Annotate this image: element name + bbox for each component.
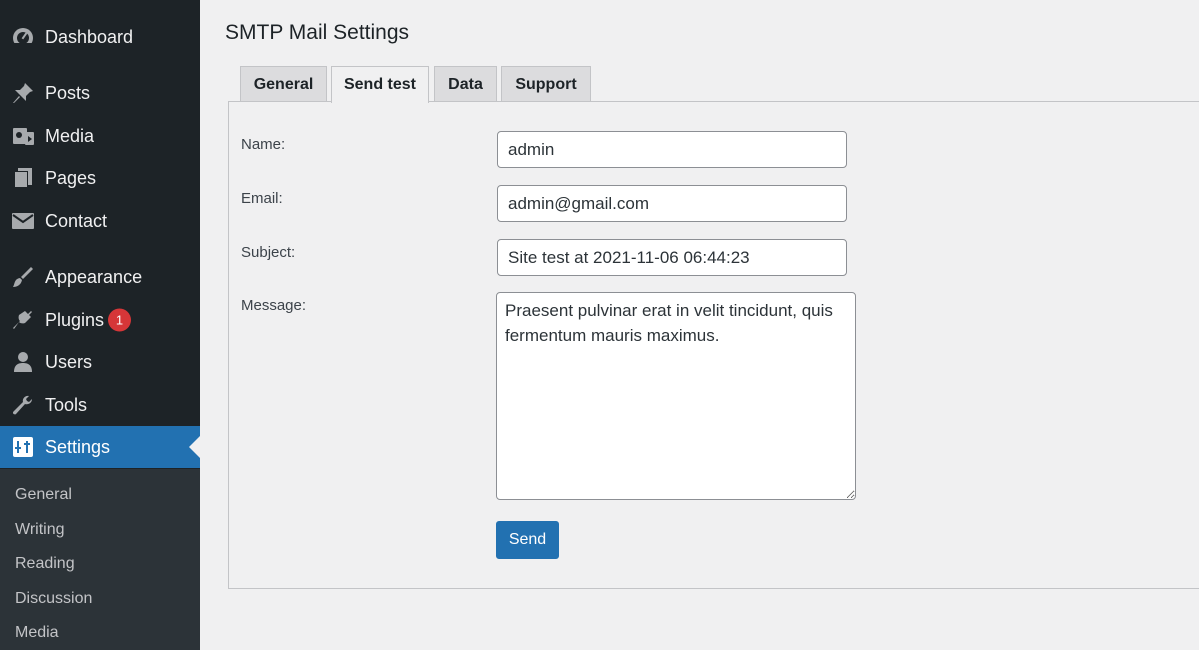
- menu-label: Media: [45, 125, 95, 146]
- tab-general[interactable]: General: [240, 66, 327, 102]
- subject-field[interactable]: [497, 239, 847, 276]
- menu-label: Dashboard: [45, 26, 134, 47]
- menu-item-posts[interactable]: Posts: [0, 73, 200, 113]
- menu-label: Plugins: [45, 309, 105, 330]
- menu-item-settings[interactable]: Settings: [0, 426, 200, 468]
- submenu-item-media[interactable]: Media: [15, 624, 59, 642]
- menu-label: Contact: [45, 210, 108, 231]
- message-label: Message:: [241, 297, 307, 314]
- menu-label: Appearance: [45, 266, 143, 287]
- menu-item-users[interactable]: Users: [0, 342, 200, 382]
- menu-label: Settings: [45, 436, 111, 457]
- dashboard-icon: [11, 25, 35, 49]
- menu-item-dashboard[interactable]: Dashboard: [0, 17, 200, 57]
- email-label: Email:: [241, 190, 283, 207]
- menu-item-appearance[interactable]: Appearance: [0, 257, 200, 297]
- menu-label: Pages: [45, 167, 97, 188]
- submenu-item-writing[interactable]: Writing: [15, 521, 65, 539]
- menu-item-plugins[interactable]: Plugins 1: [0, 300, 200, 340]
- tab-data[interactable]: Data: [434, 66, 497, 102]
- settings-icon: [11, 435, 35, 459]
- envelope-icon: [11, 209, 35, 233]
- name-label: Name:: [241, 136, 286, 153]
- plug-icon: [11, 308, 35, 332]
- email-field[interactable]: [497, 185, 847, 222]
- menu-item-media[interactable]: Media: [0, 116, 200, 156]
- admin-sidebar: Dashboard Posts Media Pages Contact Appe…: [0, 0, 200, 650]
- menu-label: Users: [45, 351, 93, 372]
- update-count-badge: 1: [108, 308, 131, 332]
- menu-label: Tools: [45, 394, 88, 415]
- submenu-item-general[interactable]: General: [15, 486, 72, 504]
- settings-submenu: General Writing Reading Discussion Media: [0, 469, 200, 650]
- paintbrush-icon: [11, 265, 35, 289]
- page-title: SMTP Mail Settings: [225, 21, 410, 44]
- pin-icon: [11, 81, 35, 105]
- media-icon: [11, 124, 35, 148]
- user-icon: [11, 350, 35, 374]
- submenu-item-reading[interactable]: Reading: [15, 555, 75, 573]
- name-field[interactable]: [497, 131, 847, 168]
- tab-support[interactable]: Support: [501, 66, 591, 102]
- wrench-icon: [11, 393, 35, 417]
- menu-item-contact[interactable]: Contact: [0, 201, 200, 241]
- pages-icon: [11, 166, 35, 190]
- active-indicator-arrow: [189, 436, 200, 458]
- tab-send-test[interactable]: Send test: [331, 66, 429, 103]
- send-button[interactable]: Send: [496, 521, 559, 559]
- menu-item-pages[interactable]: Pages: [0, 158, 200, 198]
- menu-item-tools[interactable]: Tools: [0, 385, 200, 425]
- menu-label: Posts: [45, 82, 91, 103]
- subject-label: Subject:: [241, 244, 296, 261]
- message-textarea[interactable]: Praesent pulvinar erat in velit tincidun…: [496, 292, 856, 500]
- submenu-item-discussion[interactable]: Discussion: [15, 590, 92, 608]
